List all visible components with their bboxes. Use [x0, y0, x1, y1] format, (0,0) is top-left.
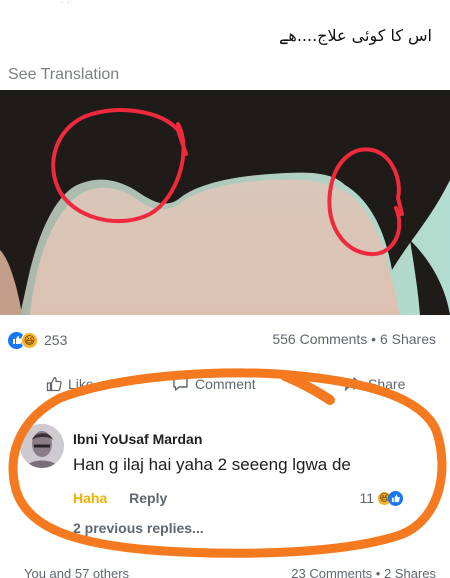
commenter-name[interactable]: Ibni YoUsaf Mardan: [73, 431, 202, 447]
comment-button[interactable]: Comment: [172, 376, 256, 392]
comment-actions: Haha Reply 11 😆: [73, 490, 403, 506]
like-reaction-icon: [388, 490, 403, 506]
thumbs-up-icon: [46, 376, 62, 392]
comment-reply-button[interactable]: Reply: [129, 490, 167, 506]
share-arrow-icon: [344, 377, 361, 391]
comment-reaction-count[interactable]: 11 😆: [359, 490, 403, 506]
comment-label: Comment: [195, 376, 256, 392]
share-label: Share: [368, 376, 406, 392]
previous-content-edge: · ·: [60, 0, 71, 8]
next-post-stats-edge: You and 57 others 23 Comments • 2 Shares: [0, 568, 450, 578]
like-label: Like: [68, 376, 94, 392]
like-button[interactable]: Like: [46, 376, 94, 392]
haha-reaction-icon: 😆: [21, 331, 38, 349]
comment-text: Han g ilaj hai yaha 2 seeeng lgwa de: [73, 455, 351, 474]
comment-haha-button[interactable]: Haha: [73, 490, 107, 506]
next-post-reactors: You and 57 others: [24, 568, 130, 578]
next-post-comments-shares: 23 Comments • 2 Shares: [291, 568, 436, 578]
see-translation-link[interactable]: See Translation: [8, 66, 119, 84]
comment-reaction-number: 11: [359, 490, 374, 506]
commenter-avatar[interactable]: [20, 424, 64, 468]
hairline-photo-drawing: [0, 90, 450, 315]
post-reactions[interactable]: 😆 253: [8, 331, 67, 349]
share-button[interactable]: Share: [344, 376, 405, 392]
post-text: اس کا کوئی علاج....ھے: [279, 26, 432, 45]
reaction-count: 253: [44, 332, 68, 348]
comments-shares-count[interactable]: 556 Comments • 6 Shares: [272, 331, 436, 347]
facebook-post-screenshot: · · اس کا کوئی علاج....ھے See Translatio…: [0, 0, 450, 578]
person-avatar-icon: [20, 424, 64, 468]
post-action-bar: Like Comment Share: [0, 376, 450, 400]
comment-bubble-icon: [173, 377, 188, 391]
post-photo[interactable]: [0, 90, 450, 315]
previous-replies-link[interactable]: 2 previous replies...: [73, 520, 204, 536]
